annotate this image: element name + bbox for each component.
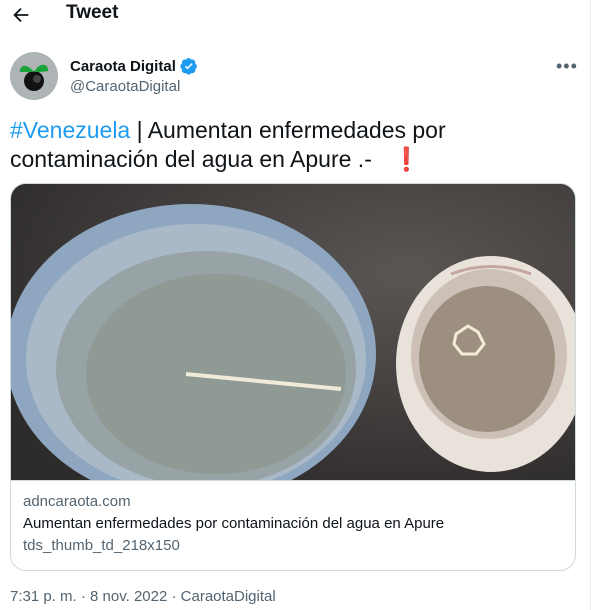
caraota-logo-icon — [10, 52, 58, 100]
page-title: Tweet — [66, 2, 119, 23]
tweet-text: #Venezuela | Aumentan enfermedades por c… — [10, 116, 570, 174]
card-meta[interactable]: adncaraota.com Aumentan enfermedades por… — [11, 480, 575, 570]
verified-badge-icon — [180, 58, 197, 75]
more-horizontal-icon[interactable]: ••• — [556, 56, 578, 77]
avatar[interactable] — [10, 52, 58, 100]
author-handle[interactable]: @CaraotaDigital — [70, 78, 180, 95]
card-description: tds_thumb_td_218x150 — [23, 537, 180, 554]
link-card[interactable]: adncaraota.com Aumentan enfermedades por… — [10, 183, 576, 571]
divider — [590, 0, 591, 610]
water-containers-image — [11, 184, 575, 504]
card-domain: adncaraota.com — [23, 493, 131, 510]
author-name[interactable]: Caraota Digital — [70, 57, 198, 75]
card-image[interactable] — [11, 184, 575, 504]
timestamp[interactable]: 7:31 p. m. · 8 nov. 2022 · CaraotaDigita… — [10, 588, 276, 605]
author-name-text[interactable]: Caraota Digital — [70, 58, 176, 75]
card-title: Aumentan enfermedades por contaminación … — [23, 515, 445, 532]
hashtag-link[interactable]: #Venezuela — [10, 117, 130, 143]
top-bar: Tweet — [0, 0, 593, 30]
exclamation-icon: ❗ — [392, 146, 421, 172]
arrow-left-icon[interactable] — [10, 4, 32, 26]
